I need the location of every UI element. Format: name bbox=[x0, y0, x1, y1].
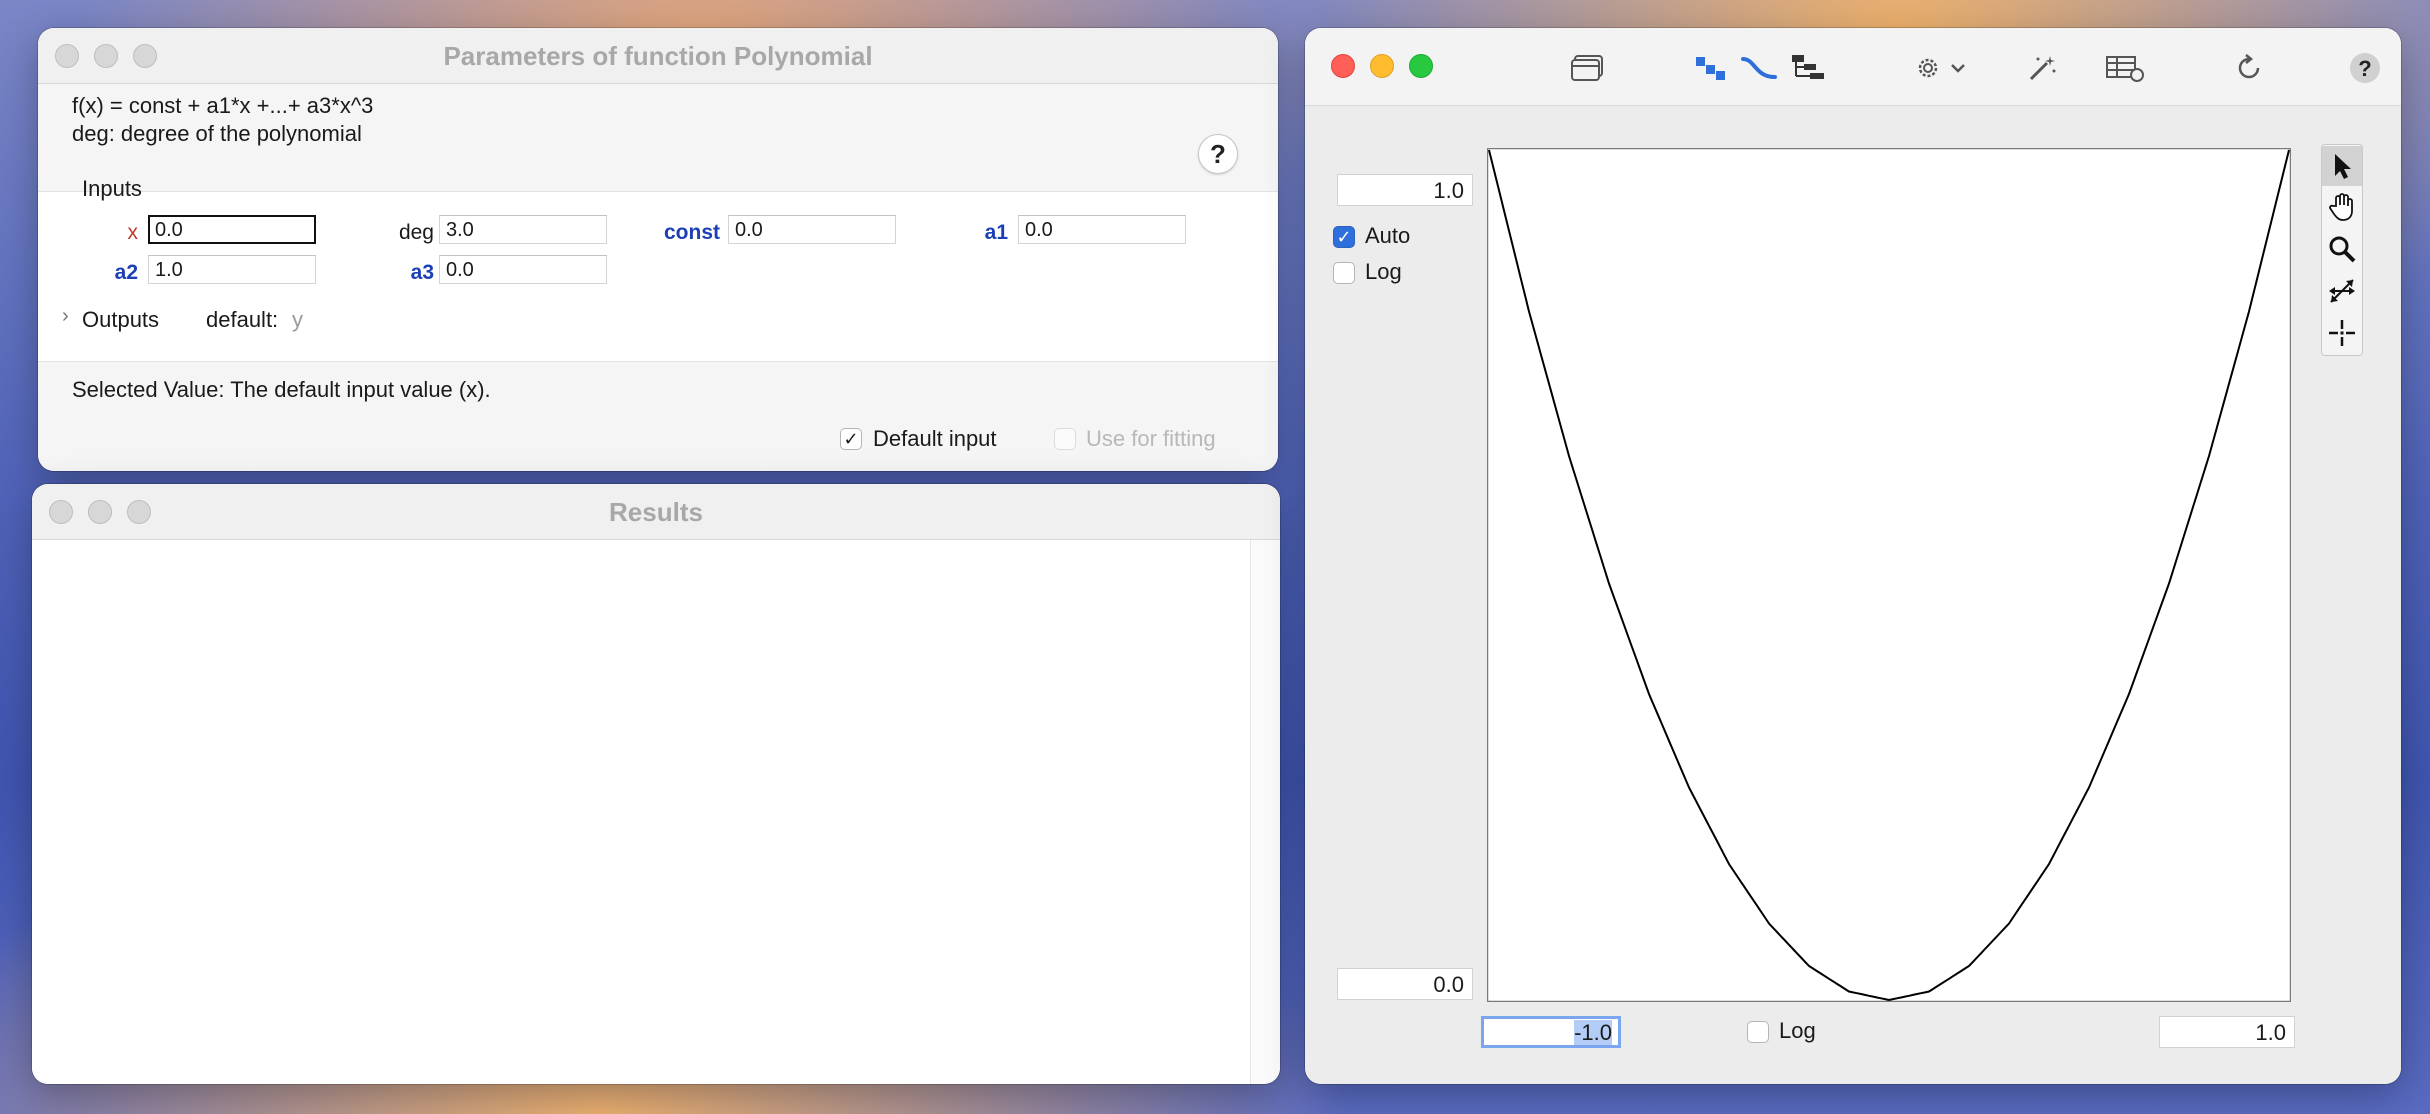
magic-wand-icon[interactable] bbox=[2023, 50, 2063, 86]
plot-tool-strip bbox=[2321, 144, 2363, 356]
help-icon[interactable]: ? bbox=[2345, 50, 2385, 86]
param-label-const: const bbox=[663, 221, 720, 244]
use-for-fitting-label: Use for fitting bbox=[1086, 426, 1216, 451]
outputs-default-label: default: bbox=[206, 307, 279, 332]
param-input-a1[interactable]: 0.0 bbox=[1018, 215, 1186, 244]
y-auto-checkbox[interactable]: ✓ bbox=[1333, 226, 1355, 248]
window-icon[interactable] bbox=[1567, 50, 1607, 86]
default-input-checkbox[interactable]: ✓ bbox=[840, 428, 862, 450]
plot-toolbar[interactable]: ? bbox=[1305, 28, 2401, 106]
param-label-a2: a2 bbox=[114, 261, 138, 284]
param-label-x: x bbox=[127, 221, 139, 244]
x-max-field[interactable]: 1.0 bbox=[2159, 1016, 2295, 1048]
x-log-label: Log bbox=[1779, 1018, 1816, 1043]
minimize-button[interactable] bbox=[1370, 54, 1394, 78]
crosshair-icon[interactable] bbox=[2322, 313, 2362, 353]
help-button[interactable]: ? bbox=[1198, 134, 1238, 174]
y-min-field[interactable]: 0.0 bbox=[1337, 968, 1473, 1000]
plot-frame bbox=[1487, 148, 2291, 1002]
tree-icon[interactable] bbox=[1789, 50, 1829, 86]
table-icon[interactable] bbox=[2103, 50, 2147, 86]
use-for-fitting-checkbox bbox=[1054, 428, 1076, 450]
plot-window: ? 1.0 ✓ Auto Log 0.0 -1.0 Log 1.0 bbox=[1305, 28, 2401, 1084]
results-scrollbar[interactable] bbox=[1250, 540, 1280, 1084]
svg-text:?: ? bbox=[2358, 56, 2371, 81]
close-button[interactable] bbox=[1331, 54, 1355, 78]
param-input-deg[interactable]: 3.0 bbox=[439, 215, 607, 244]
param-input-x[interactable]: 0.0 bbox=[148, 215, 316, 244]
x-min-value: -1.0 bbox=[1574, 1020, 1612, 1045]
results-content[interactable] bbox=[32, 540, 1250, 1084]
selected-value-text: Selected Value: The default input value … bbox=[72, 377, 491, 402]
selected-value-panel: Selected Value: The default input value … bbox=[38, 361, 1278, 471]
results-window-title: Results bbox=[609, 497, 703, 527]
param-input-a3[interactable]: 0.0 bbox=[439, 255, 607, 284]
inputs-heading: Inputs bbox=[82, 176, 142, 201]
curve-icon[interactable] bbox=[1739, 50, 1779, 86]
y-log-label: Log bbox=[1365, 259, 1402, 284]
outputs-disclosure[interactable]: Outputs bbox=[82, 307, 159, 333]
plot-window-controls bbox=[1331, 54, 1433, 78]
y-auto-label: Auto bbox=[1365, 223, 1411, 248]
y-max-field[interactable]: 1.0 bbox=[1337, 174, 1473, 206]
param-label-a1: a1 bbox=[984, 221, 1008, 244]
outputs-default-value: y bbox=[292, 307, 303, 332]
params-titlebar[interactable]: Parameters of function Polynomial bbox=[38, 28, 1278, 84]
gear-icon[interactable] bbox=[1913, 50, 1975, 86]
refresh-icon[interactable] bbox=[2229, 50, 2269, 86]
param-label-a3: a3 bbox=[410, 261, 434, 284]
results-window: Results bbox=[32, 484, 1280, 1084]
points-icon[interactable] bbox=[1691, 50, 1731, 86]
x-min-field[interactable]: -1.0 bbox=[1481, 1016, 1621, 1048]
description-deg: deg: degree of the polynomial bbox=[72, 121, 362, 146]
parameters-window: Parameters of function Polynomial f(x) =… bbox=[38, 28, 1278, 471]
function-plot[interactable] bbox=[1487, 148, 2291, 1002]
results-titlebar[interactable]: Results bbox=[32, 484, 1280, 540]
description-formula: f(x) = const + a1*x +...+ a3*x^3 bbox=[72, 93, 374, 118]
chevron-right-icon[interactable]: › bbox=[62, 305, 69, 328]
param-label-deg: deg bbox=[398, 221, 434, 244]
param-input-a2[interactable]: 1.0 bbox=[148, 255, 316, 284]
default-input-label: Default input bbox=[873, 426, 997, 451]
params-window-title: Parameters of function Polynomial bbox=[443, 41, 873, 71]
move-arrows-icon[interactable] bbox=[2322, 271, 2362, 311]
arrow-pointer-icon[interactable] bbox=[2322, 146, 2362, 186]
param-input-const[interactable]: 0.0 bbox=[728, 215, 896, 244]
x-log-checkbox[interactable] bbox=[1747, 1021, 1769, 1043]
function-description: f(x) = const + a1*x +...+ a3*x^3 deg: de… bbox=[38, 84, 1278, 192]
magnifier-icon[interactable] bbox=[2322, 229, 2362, 269]
hand-pan-icon[interactable] bbox=[2322, 187, 2362, 227]
plot-area-container: 1.0 ✓ Auto Log 0.0 -1.0 Log 1.0 bbox=[1305, 106, 2401, 1084]
zoom-button[interactable] bbox=[1409, 54, 1433, 78]
y-log-checkbox[interactable] bbox=[1333, 262, 1355, 284]
